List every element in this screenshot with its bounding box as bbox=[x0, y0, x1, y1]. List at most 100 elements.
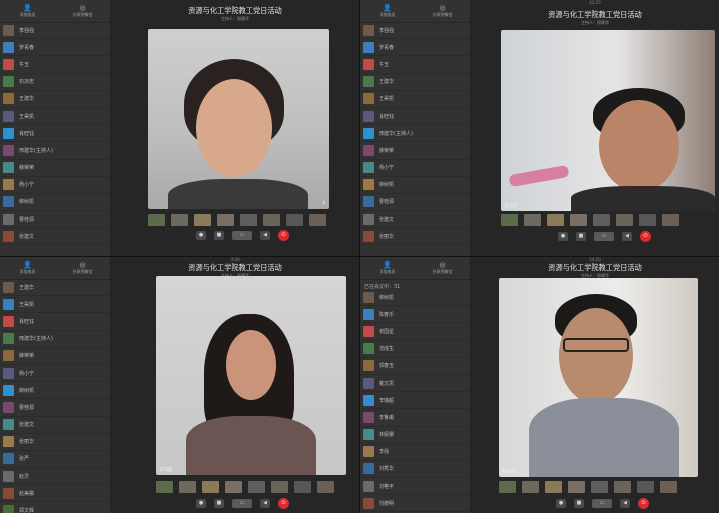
participant-row[interactable]: 王昊凯 bbox=[0, 108, 110, 126]
thumbnail[interactable] bbox=[194, 214, 211, 226]
speaker-button[interactable]: ◀ bbox=[620, 498, 630, 508]
participant-row[interactable]: 柳树凯 bbox=[0, 382, 110, 400]
participant-row[interactable]: 赵美娜 bbox=[0, 485, 110, 503]
thumbnail[interactable] bbox=[591, 481, 608, 493]
participant-row[interactable]: 罗青春 bbox=[0, 39, 110, 57]
thumbnail[interactable] bbox=[202, 481, 219, 493]
screen-share-button[interactable]: ▭ bbox=[232, 498, 252, 508]
main-video[interactable]: 柳树凯 bbox=[499, 278, 698, 477]
participant-row[interactable]: 李瑞超 bbox=[360, 392, 470, 410]
thumbnail[interactable] bbox=[309, 214, 326, 226]
thumbnail[interactable] bbox=[217, 214, 234, 226]
hang-up-button[interactable]: ⏻ bbox=[640, 230, 651, 242]
participant-row[interactable]: 邢建华(主持人) bbox=[360, 125, 470, 143]
participant-row[interactable]: 柳树凯 bbox=[360, 289, 470, 307]
thumbnail[interactable] bbox=[148, 214, 165, 226]
participant-row[interactable]: 李强 bbox=[360, 444, 470, 461]
thumbnail[interactable] bbox=[568, 481, 585, 493]
thumbnail[interactable] bbox=[501, 214, 518, 226]
add-member-button[interactable]: 👤 添加成员 bbox=[0, 257, 55, 279]
participant-row[interactable]: 林妮娜 bbox=[360, 427, 470, 444]
microphone-button[interactable]: ● bbox=[196, 230, 206, 240]
participant-row[interactable]: 石凉忠 bbox=[0, 74, 110, 91]
participant-row[interactable]: 王建华 bbox=[0, 91, 110, 108]
participant-row[interactable]: 范成生 bbox=[360, 341, 470, 358]
thumbnail[interactable] bbox=[614, 481, 631, 493]
thumbnail[interactable] bbox=[524, 214, 541, 226]
thumbnail[interactable] bbox=[317, 481, 334, 493]
participant-row[interactable]: 张建文 bbox=[0, 228, 110, 246]
participant-row[interactable]: 王建华 bbox=[360, 74, 470, 91]
participant-row[interactable]: 曹桂源 bbox=[360, 194, 470, 212]
participant-row[interactable]: 薛荣荣 bbox=[0, 160, 110, 177]
thumbnail[interactable] bbox=[225, 481, 242, 493]
participant-row[interactable]: 刘艳平 bbox=[360, 478, 470, 496]
thumbnail[interactable] bbox=[593, 214, 610, 226]
microphone-button[interactable]: ● bbox=[558, 231, 568, 241]
main-video[interactable]: 石凉忠 bbox=[501, 30, 715, 211]
participant-row[interactable]: 刘秀华 bbox=[360, 461, 470, 479]
thumbnail[interactable] bbox=[616, 214, 633, 226]
participant-row[interactable]: 杨小宁 bbox=[360, 160, 470, 177]
share-wechat-button[interactable]: ◎ 分享到微信 bbox=[415, 257, 470, 279]
hang-up-button[interactable]: ⏻ bbox=[638, 497, 649, 509]
share-wechat-button[interactable]: ◎ 分享到微信 bbox=[55, 0, 110, 22]
participant-row[interactable]: 戴文思 bbox=[360, 375, 470, 393]
participant-row[interactable]: 张丽华 bbox=[0, 434, 110, 451]
participant-row[interactable]: 张建文 bbox=[360, 211, 470, 229]
participant-row[interactable]: 罗青春 bbox=[360, 39, 470, 57]
participant-row[interactable]: 杨小宁 bbox=[0, 177, 110, 194]
screen-share-button[interactable]: ▭ bbox=[592, 498, 612, 508]
participant-row[interactable]: 肖旺钰 bbox=[360, 108, 470, 126]
add-member-button[interactable]: 👤 添加成员 bbox=[0, 0, 55, 22]
thumbnail[interactable] bbox=[639, 214, 656, 226]
thumbnail[interactable] bbox=[171, 214, 188, 226]
thumbnail[interactable] bbox=[545, 481, 562, 493]
main-video[interactable]: 李瑞超 bbox=[156, 276, 346, 475]
thumbnail[interactable] bbox=[660, 481, 677, 493]
hang-up-button[interactable]: ⏻ bbox=[278, 229, 289, 241]
participant-row[interactable]: 李强强 bbox=[0, 22, 110, 40]
thumbnail[interactable] bbox=[271, 481, 288, 493]
add-member-button[interactable]: 👤 添加成员 bbox=[360, 0, 415, 22]
participant-row[interactable]: 柳树凯 bbox=[360, 177, 470, 194]
participant-row[interactable]: 刘德明 bbox=[360, 495, 470, 513]
participant-row[interactable]: 曹桂源 bbox=[0, 399, 110, 417]
microphone-button[interactable]: ● bbox=[556, 498, 566, 508]
participant-row[interactable]: 邢建华(主持人) bbox=[0, 142, 110, 160]
participant-row[interactable]: 牛玉 bbox=[360, 56, 470, 74]
participant-row[interactable]: 王昊凯 bbox=[360, 91, 470, 108]
camera-button[interactable]: ■ bbox=[576, 231, 586, 241]
speaker-button[interactable]: ◀ bbox=[622, 231, 632, 241]
thumbnail[interactable] bbox=[662, 214, 679, 226]
participant-row[interactable]: 肖旺钰 bbox=[0, 313, 110, 331]
screen-share-button[interactable]: ▭ bbox=[594, 231, 614, 241]
participant-row[interactable]: 王昊凯 bbox=[0, 296, 110, 314]
share-wechat-button[interactable]: ◎ 分享到微信 bbox=[55, 257, 110, 279]
participant-row[interactable]: 肖旺钰 bbox=[0, 125, 110, 143]
thumbnail[interactable] bbox=[637, 481, 654, 493]
thumbnail[interactable] bbox=[263, 214, 280, 226]
thumbnail[interactable] bbox=[156, 481, 173, 493]
participant-row[interactable]: 牛玉 bbox=[0, 56, 110, 74]
main-video[interactable]: ▮ bbox=[148, 29, 329, 209]
speaker-button[interactable]: ◀ bbox=[260, 230, 270, 240]
hang-up-button[interactable]: ⏻ bbox=[278, 497, 289, 509]
participant-row[interactable]: 郑文辉 bbox=[0, 502, 110, 513]
thumbnail[interactable] bbox=[570, 214, 587, 226]
participant-row[interactable]: 谢国星 bbox=[360, 323, 470, 341]
microphone-button[interactable]: ● bbox=[196, 498, 206, 508]
participant-row[interactable]: 李强强 bbox=[360, 22, 470, 40]
participant-row[interactable]: 郭春玉 bbox=[360, 358, 470, 375]
speaker-button[interactable]: ◀ bbox=[260, 498, 270, 508]
camera-button[interactable]: ■ bbox=[214, 230, 224, 240]
participant-row[interactable]: 张严 bbox=[0, 451, 110, 469]
thumbnail[interactable] bbox=[286, 214, 303, 226]
participant-row[interactable]: 柳树凯 bbox=[0, 194, 110, 212]
participant-row[interactable]: 张建文 bbox=[0, 417, 110, 434]
thumbnail[interactable] bbox=[499, 481, 516, 493]
thumbnail[interactable] bbox=[547, 214, 564, 226]
thumbnail[interactable] bbox=[248, 481, 265, 493]
share-wechat-button[interactable]: ◎ 分享到微信 bbox=[415, 0, 470, 22]
thumbnail[interactable] bbox=[522, 481, 539, 493]
